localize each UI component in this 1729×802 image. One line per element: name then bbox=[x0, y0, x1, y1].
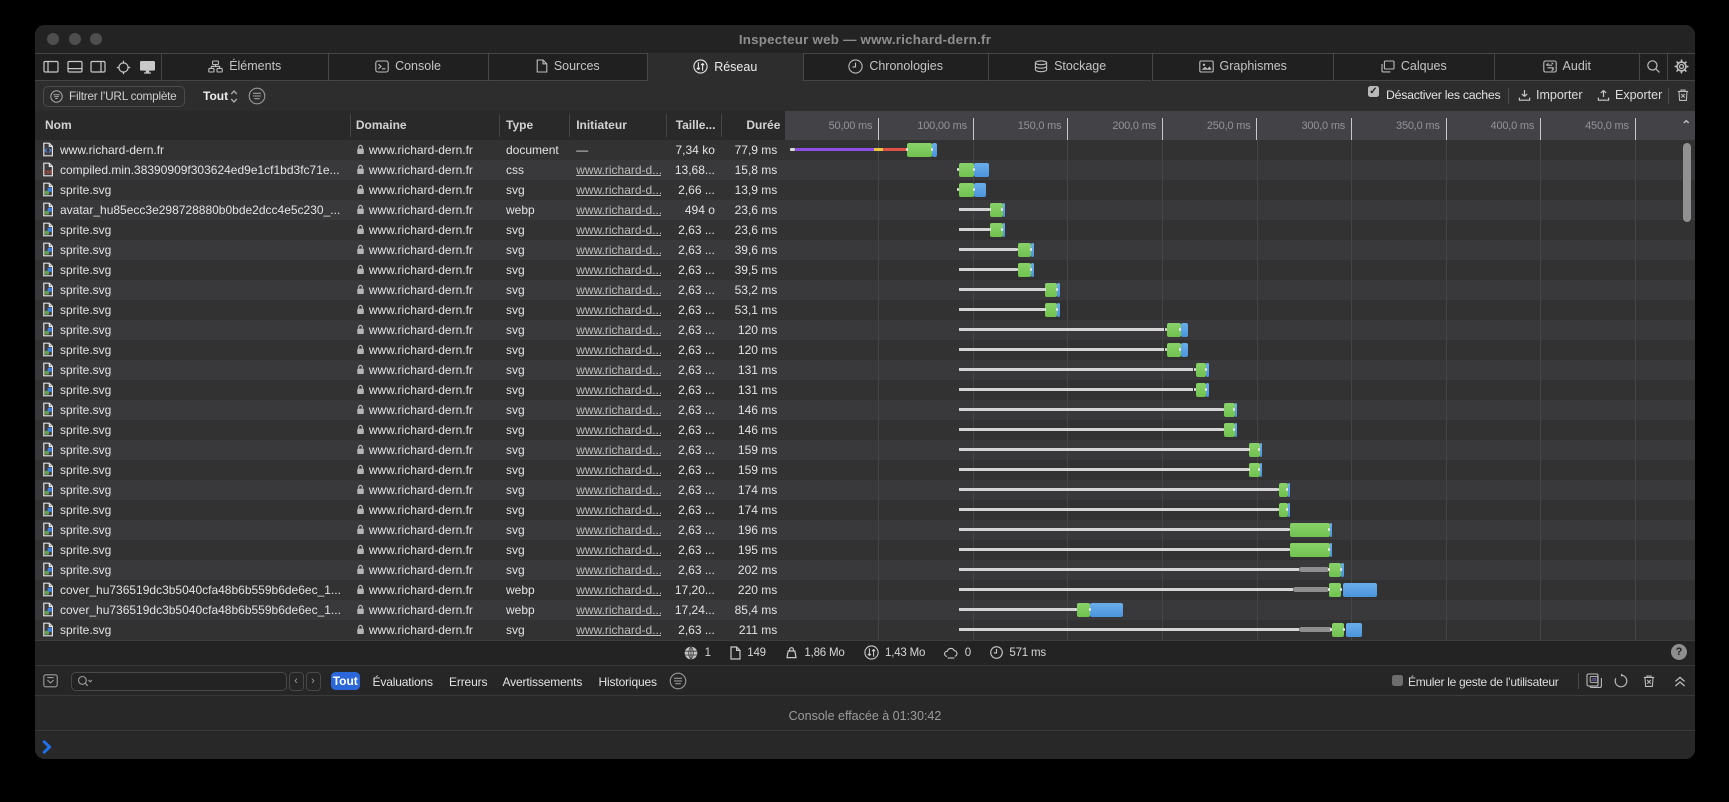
svg-text:JS: JS bbox=[1591, 677, 1596, 682]
svg-text:css: css bbox=[44, 169, 53, 175]
